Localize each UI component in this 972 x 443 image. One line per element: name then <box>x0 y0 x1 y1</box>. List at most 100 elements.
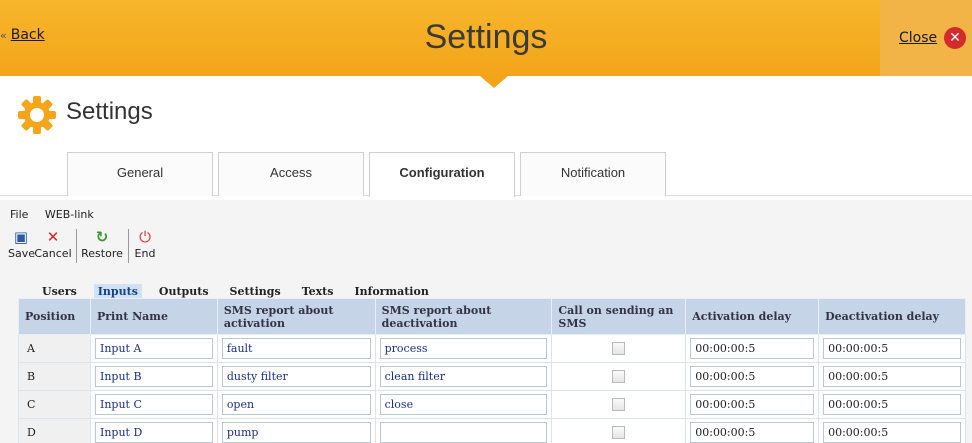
activation-delay-input[interactable]: 00:00:00:5 <box>690 338 815 359</box>
top-bar-title: Settings <box>424 18 548 56</box>
table-header-row: Position Print Name SMS report about act… <box>18 298 966 335</box>
sms-deactivation-cell: process <box>374 334 553 363</box>
power-icon: ⏻ <box>139 228 151 246</box>
subtab-inputs[interactable]: Inputs <box>93 284 142 299</box>
call-checkbox[interactable] <box>612 426 626 439</box>
sms-activation-cell: fault <box>216 334 376 363</box>
column-header: Position <box>18 298 91 335</box>
subtab-information[interactable]: Information <box>350 284 432 299</box>
activation-delay-input[interactable]: 00:00:00:5 <box>690 394 815 415</box>
cancel-button[interactable]: ✕ Cancel <box>34 227 72 260</box>
menu-bar: File WEB-link <box>10 208 107 221</box>
print-name-cell: Input B <box>89 362 218 391</box>
call-checkbox[interactable] <box>612 370 626 383</box>
sms-activation-input[interactable]: open <box>221 394 371 415</box>
subtab-texts[interactable]: Texts <box>298 284 338 299</box>
deactivation-delay-cell: 00:00:00:5 <box>818 362 966 391</box>
column-header: Activation delay <box>685 298 820 335</box>
deactivation-delay-cell: 00:00:00:5 <box>818 390 966 419</box>
call-cell <box>551 362 687 391</box>
position-cell: D <box>18 418 91 443</box>
deactivation-delay-cell: 00:00:00:5 <box>818 418 966 443</box>
configuration-panel: File WEB-link ▣ Save ✕ Cancel ↻ Restore … <box>0 200 972 443</box>
table-row: A Input A fault process 00:00:00:5 00:00… <box>18 334 966 363</box>
tab-access[interactable]: Access <box>218 152 364 196</box>
subtab-settings[interactable]: Settings <box>226 284 285 299</box>
restore-button[interactable]: ↻ Restore <box>80 227 124 260</box>
sms-deactivation-input[interactable]: process <box>379 338 548 359</box>
deactivation-delay-cell: 00:00:00:5 <box>818 334 966 363</box>
close-area: Close ✕ <box>880 0 972 76</box>
print-name-cell: Input A <box>89 334 218 363</box>
activation-delay-cell: 00:00:00:5 <box>685 334 820 363</box>
activation-delay-cell: 00:00:00:5 <box>685 362 820 391</box>
print-name-input[interactable]: Input A <box>94 338 213 359</box>
deactivation-delay-input[interactable]: 00:00:00:5 <box>823 422 961 443</box>
end-button[interactable]: ⏻ End <box>132 227 158 260</box>
restore-icon: ↻ <box>95 228 109 246</box>
call-checkbox[interactable] <box>612 342 626 355</box>
cancel-label: Cancel <box>34 247 72 260</box>
position-cell: C <box>18 390 91 419</box>
sms-deactivation-input[interactable] <box>379 422 548 443</box>
main-tabs: General Access Configuration Notificatio… <box>0 152 972 197</box>
restore-label: Restore <box>81 247 123 260</box>
tab-general[interactable]: General <box>67 152 213 196</box>
column-header: Call on sending an SMS <box>551 298 687 335</box>
print-name-input[interactable]: Input C <box>94 394 213 415</box>
print-name-input[interactable]: Input B <box>94 366 213 387</box>
sms-activation-input[interactable]: pump <box>221 422 371 443</box>
subtab-users[interactable]: Users <box>38 284 81 299</box>
position-cell: B <box>18 362 91 391</box>
close-icon[interactable]: ✕ <box>944 27 966 49</box>
tab-notification[interactable]: Notification <box>520 152 666 196</box>
call-cell <box>551 390 687 419</box>
top-bar: «Back Settings Close ✕ <box>0 0 972 88</box>
deactivation-delay-input[interactable]: 00:00:00:5 <box>823 338 961 359</box>
sms-deactivation-cell <box>374 418 553 443</box>
sms-activation-input[interactable]: fault <box>221 338 371 359</box>
save-label: Save <box>8 247 36 260</box>
column-header: SMS report about activation <box>216 298 376 335</box>
sms-deactivation-input[interactable]: clean filter <box>379 366 548 387</box>
sms-activation-input[interactable]: dusty filter <box>221 366 371 387</box>
page-title: Settings <box>66 98 153 125</box>
tab-configuration[interactable]: Configuration <box>369 152 515 197</box>
close-link[interactable]: Close <box>899 30 937 46</box>
sms-activation-cell: pump <box>216 418 376 443</box>
sms-activation-cell: dusty filter <box>216 362 376 391</box>
title-pointer-notch <box>480 76 508 88</box>
menu-weblink[interactable]: WEB-link <box>45 208 94 221</box>
activation-delay-cell: 00:00:00:5 <box>685 418 820 443</box>
save-icon: ▣ <box>13 228 29 246</box>
save-button[interactable]: ▣ Save <box>8 227 36 260</box>
column-header: SMS report about deactivation <box>374 298 553 335</box>
activation-delay-input[interactable]: 00:00:00:5 <box>690 422 815 443</box>
table-row: D Input D pump 00:00:00:5 00:00:00:5 <box>18 418 966 443</box>
sms-deactivation-input[interactable]: close <box>379 394 548 415</box>
activation-delay-cell: 00:00:00:5 <box>685 390 820 419</box>
print-name-input[interactable]: Input D <box>94 422 213 443</box>
deactivation-delay-input[interactable]: 00:00:00:5 <box>823 366 961 387</box>
sms-activation-cell: open <box>216 390 376 419</box>
call-checkbox[interactable] <box>612 398 626 411</box>
sub-tabs: Users Inputs Outputs Settings Texts Informati… <box>38 280 446 299</box>
table-row: C Input C open close 00:00:00:5 00:00:00… <box>18 390 966 419</box>
call-cell <box>551 334 687 363</box>
subtab-outputs[interactable]: Outputs <box>155 284 213 299</box>
table-row: B Input B dusty filter clean filter 00:0… <box>18 362 966 391</box>
call-cell <box>551 418 687 443</box>
cancel-icon: ✕ <box>46 228 60 246</box>
inputs-table: Position Print Name SMS report about act… <box>18 298 966 443</box>
column-header: Print Name <box>89 298 218 335</box>
deactivation-delay-input[interactable]: 00:00:00:5 <box>823 394 961 415</box>
position-cell: A <box>18 334 91 363</box>
menu-file[interactable]: File <box>10 208 28 221</box>
gear-icon <box>18 96 56 134</box>
end-label: End <box>134 247 156 260</box>
sms-deactivation-cell: clean filter <box>374 362 553 391</box>
sms-deactivation-cell: close <box>374 390 553 419</box>
activation-delay-input[interactable]: 00:00:00:5 <box>690 366 815 387</box>
column-header: Deactivation delay <box>818 298 966 335</box>
print-name-cell: Input C <box>89 390 218 419</box>
